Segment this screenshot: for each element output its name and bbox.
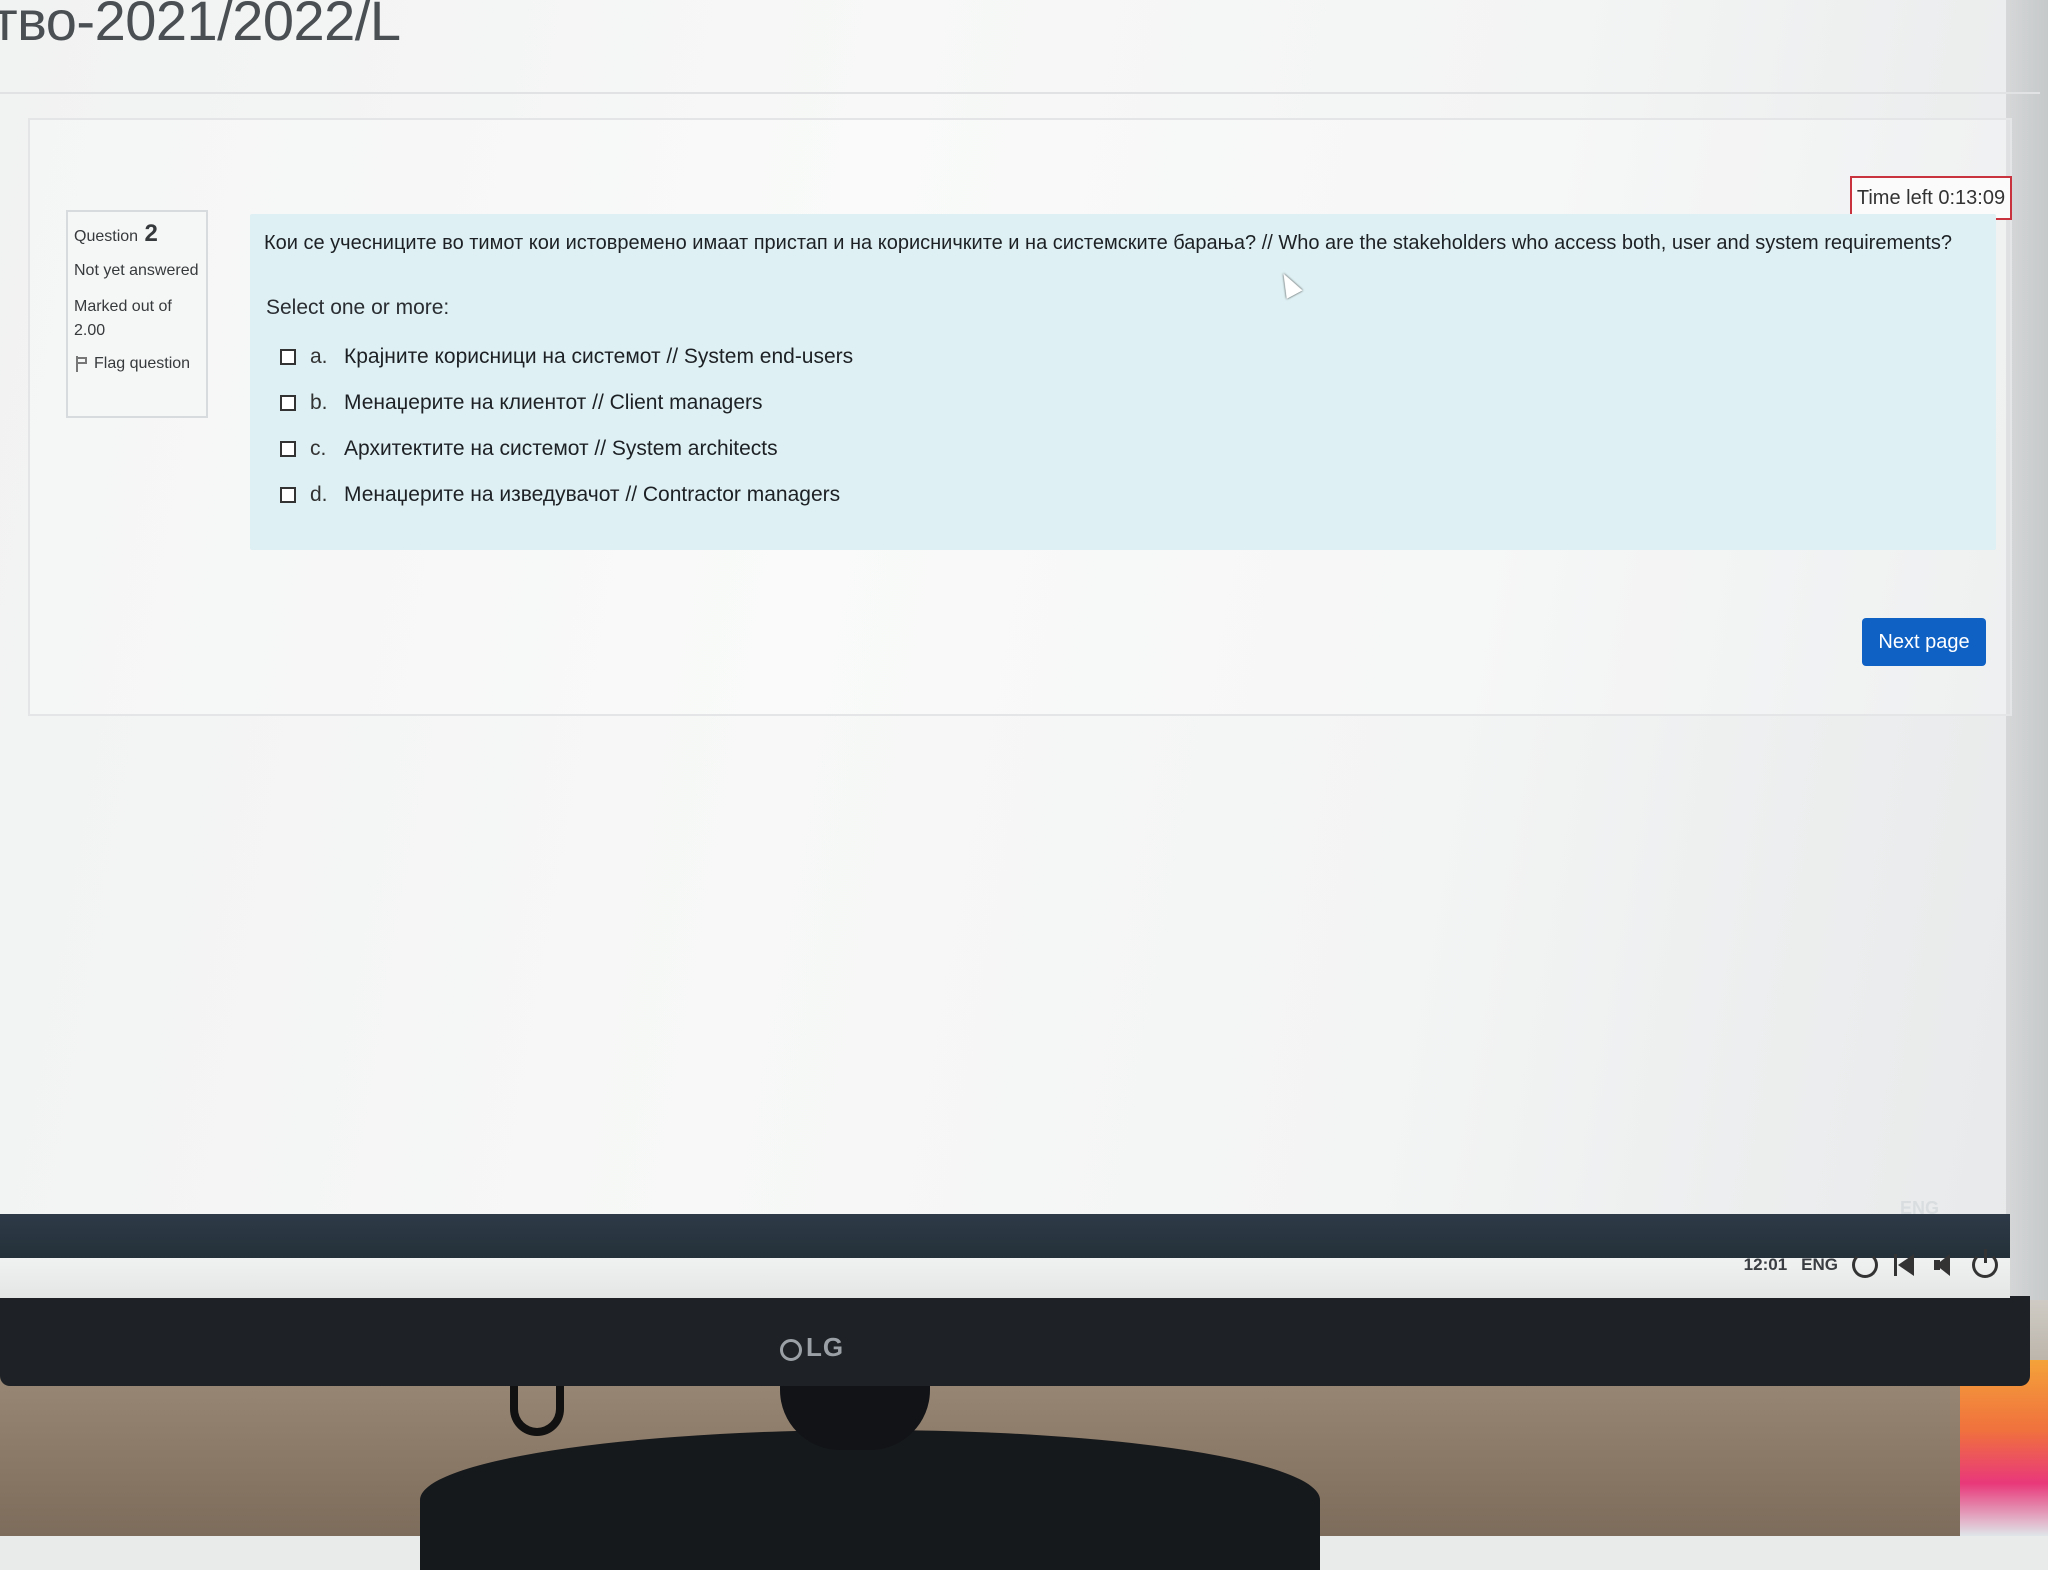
back-icon[interactable] [1892, 1252, 1918, 1278]
option-label: Менаџерите на клиентот // Client manager… [344, 391, 763, 414]
option-label: Крајните корисници на системот // System… [344, 345, 854, 368]
option-c[interactable]: c. Архитектите на системот // System arc… [280, 426, 853, 472]
option-label: Архитектите на системот // System archit… [344, 437, 778, 460]
sticky-notes [1960, 1360, 2048, 1536]
option-letter: a. [310, 345, 328, 368]
monitor-bezel [0, 1296, 2030, 1386]
power-icon[interactable] [1972, 1249, 1998, 1278]
question-prompt: Select one or more: [266, 296, 450, 319]
system-tray: 12:01 ENG [1743, 1249, 1998, 1278]
flag-question-link[interactable]: Flag question [74, 355, 200, 373]
clock: 12:01 [1743, 1255, 1788, 1274]
flag-question-label: Flag question [94, 355, 191, 372]
volume-icon[interactable] [1932, 1252, 1958, 1278]
option-a-checkbox[interactable] [280, 349, 296, 365]
taskbar [0, 1258, 2010, 1298]
taskbar-dark-band [0, 1214, 2010, 1258]
question-number: 2 [144, 220, 158, 247]
flag-icon [74, 356, 88, 372]
option-d[interactable]: d. Менаџерите на изведувачот // Contract… [280, 472, 853, 518]
brand-text: LG [806, 1332, 845, 1362]
option-a[interactable]: a. Крајните корисници на системот // Sys… [280, 334, 853, 380]
question-text: Кои се учесниците во тимот кои истовреме… [264, 232, 1953, 254]
option-b[interactable]: b. Менаџерите на клиентот // Client mana… [280, 380, 853, 426]
option-c-checkbox[interactable] [280, 441, 296, 457]
option-label: Менаџерите на изведувачот // Contractor … [344, 483, 841, 506]
question-label: Question [74, 228, 139, 245]
cable [510, 1380, 564, 1436]
course-title: тво-2021/2022/L [0, 0, 401, 52]
lg-logo-icon [780, 1339, 802, 1361]
monitor-brand: LG [780, 1332, 844, 1363]
question-marks: Marked out of 2.00 [74, 298, 172, 339]
option-b-checkbox[interactable] [280, 395, 296, 411]
next-page-button[interactable]: Next page [1862, 618, 1986, 666]
option-d-checkbox[interactable] [280, 487, 296, 503]
question-info-box: Question 2 Not yet answered Marked out o… [66, 210, 208, 418]
option-letter: c. [310, 437, 327, 460]
header-divider [0, 92, 2040, 94]
monitor-edge [2006, 0, 2048, 1300]
option-letter: b. [310, 391, 328, 414]
monitor-stand [420, 1430, 1320, 1570]
refresh-icon[interactable] [1852, 1252, 1878, 1278]
language-indicator[interactable]: ENG [1801, 1255, 1838, 1275]
question-state: Not yet answered [74, 262, 199, 279]
option-letter: d. [310, 483, 328, 506]
taskbar-ghost-lang: ENG [1900, 1198, 1940, 1218]
answer-options: a. Крајните корисници на системот // Sys… [280, 334, 853, 518]
